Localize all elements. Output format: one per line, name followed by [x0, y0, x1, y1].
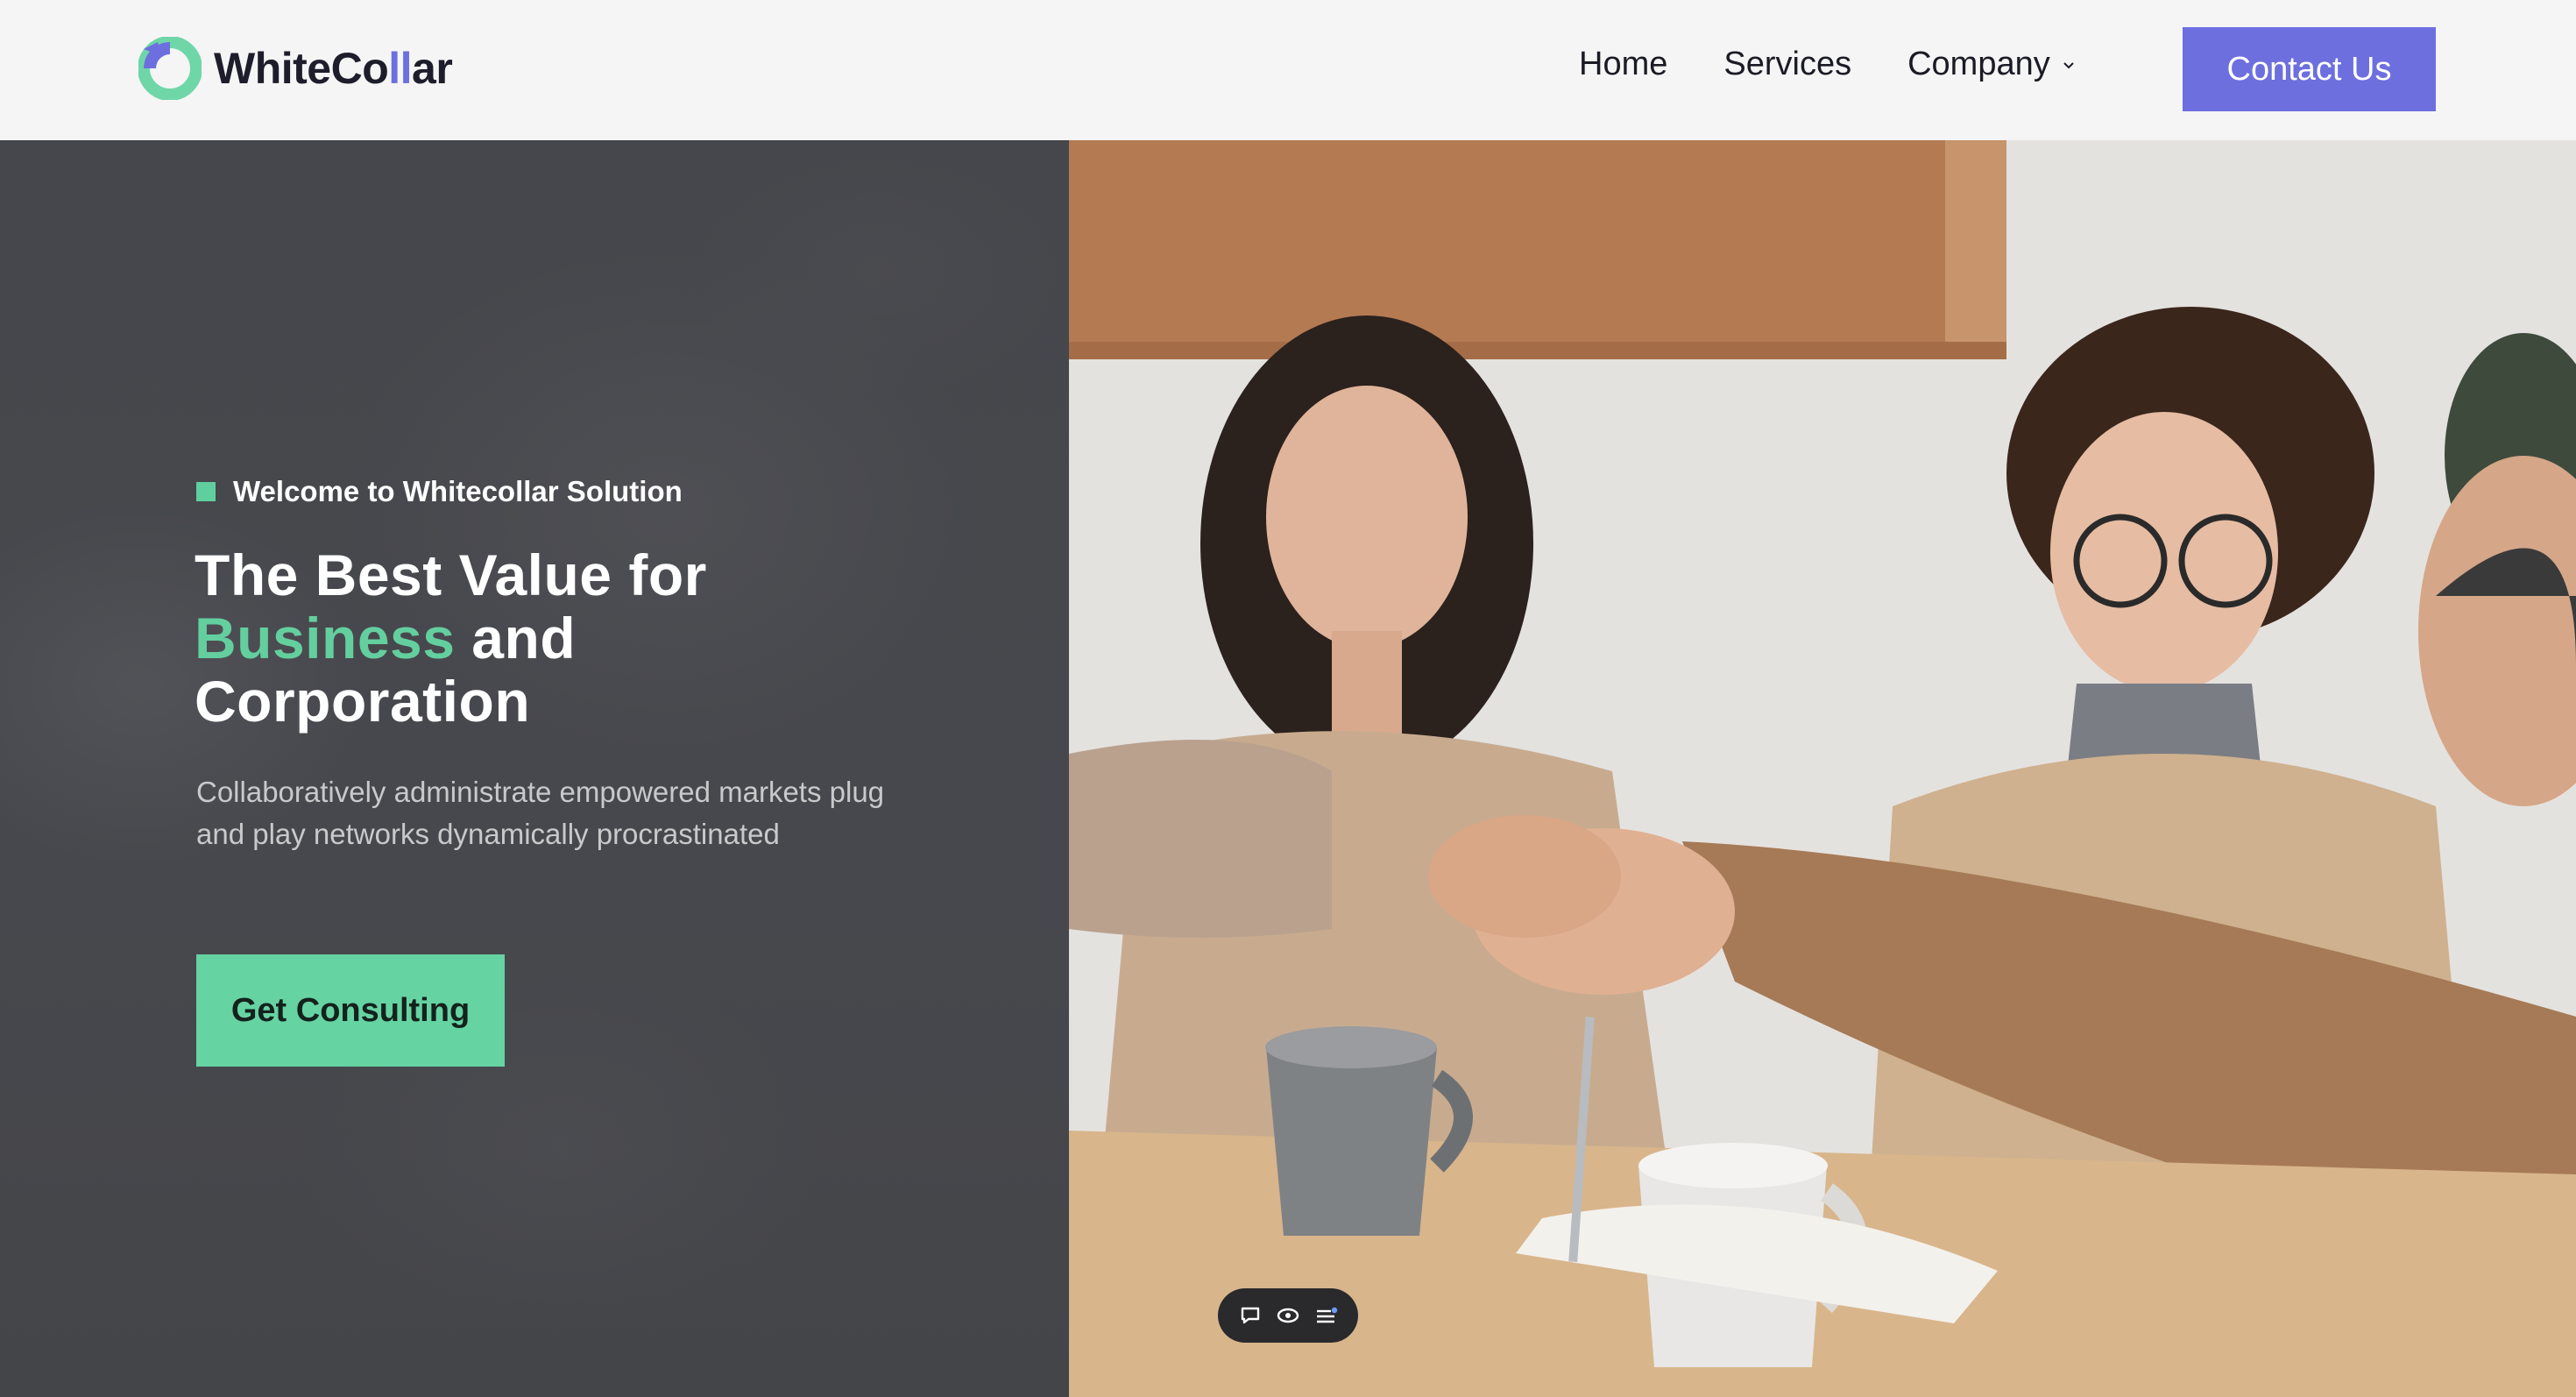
eyebrow-text: Welcome to Whitecollar Solution — [233, 475, 683, 507]
get-consulting-button[interactable]: Get Consulting — [196, 954, 505, 1067]
main-nav: Home Services Company — [1579, 46, 2077, 83]
site-logo[interactable]: WhiteCollar — [138, 36, 453, 101]
hero-photo — [1069, 140, 2576, 1397]
logo-mark-icon — [138, 36, 202, 101]
nav-services[interactable]: Services — [1723, 46, 1851, 83]
eye-icon[interactable] — [1275, 1302, 1301, 1329]
nav-company[interactable]: Company — [1907, 46, 2077, 83]
hero-headline: The Best Value for Business and Corporat… — [195, 542, 707, 734]
nav-home[interactable]: Home — [1579, 46, 1667, 83]
logo-wordmark: WhiteCollar — [214, 44, 453, 93]
hero-eyebrow: Welcome to Whitecollar Solution — [196, 475, 683, 508]
site-header: WhiteCollar Home Services Company Contac… — [0, 0, 2576, 140]
eyebrow-square-icon — [196, 482, 216, 501]
menu-list-icon[interactable] — [1313, 1302, 1339, 1329]
chevron-down-icon — [2063, 61, 2074, 68]
chat-bubble-icon[interactable] — [1237, 1302, 1263, 1329]
meeting-handshake-image — [1069, 140, 2576, 1397]
contact-us-button[interactable]: Contact Us — [2183, 27, 2436, 111]
hero-text-panel: Welcome to Whitecollar Solution The Best… — [0, 140, 1069, 1397]
floating-toolbar — [1218, 1288, 1358, 1343]
hero-description: Collaboratively administrate empowered m… — [196, 776, 885, 850]
